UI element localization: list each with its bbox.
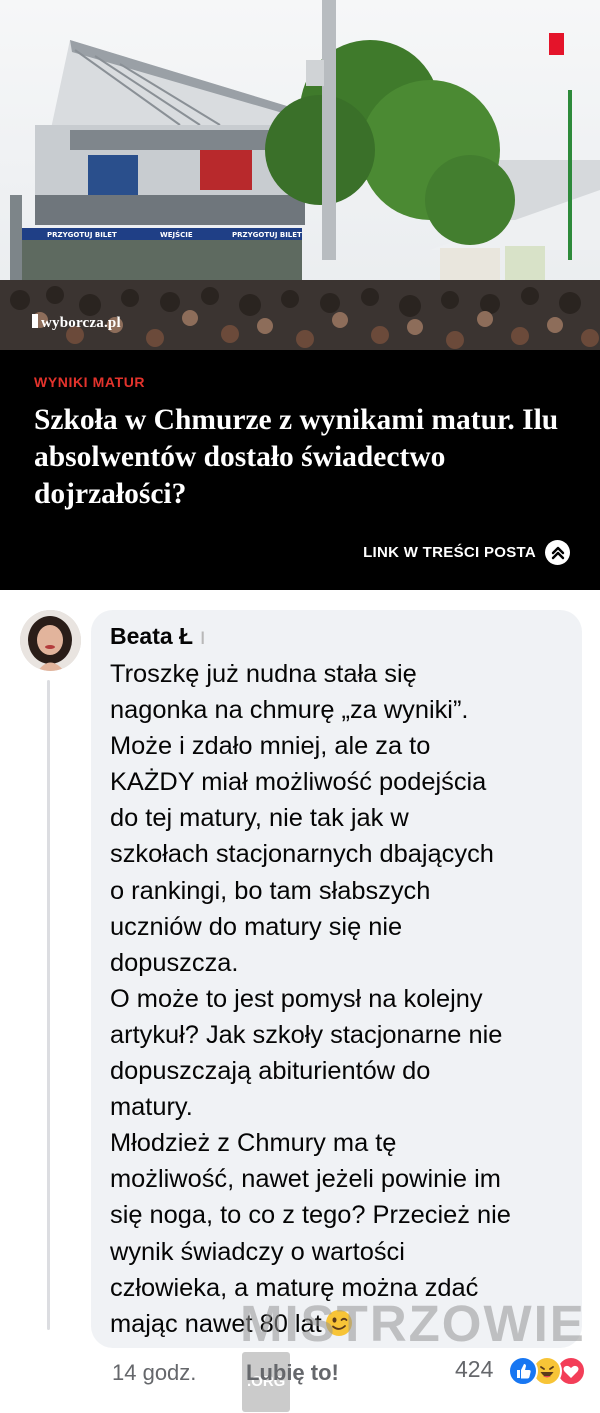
red-marker xyxy=(549,33,564,55)
stadium-crowd-image: PRZYGOTUJ BILET WEJŚCIE PRZYGOTUJ BILET xyxy=(0,0,600,350)
banner-right-text: PRZYGOTUJ BILET xyxy=(232,231,302,239)
mistrzowie-watermark: MISTRZOWIE.ORG xyxy=(240,1296,584,1412)
thread-line xyxy=(47,680,50,1330)
like-reaction-icon xyxy=(508,1356,538,1386)
wyborcza-watermark: wyborcza.pl xyxy=(32,314,121,332)
article-headline[interactable]: Szkoła w Chmurze z wynikami matur. Ilu a… xyxy=(34,402,579,513)
link-preview-card[interactable]: WYNIKI MATUR Szkoła w Chmurze z wynikami… xyxy=(0,350,600,590)
comment-text: Troszkę już nudna stała się nagonka na c… xyxy=(110,656,575,1342)
comment-footer: 14 godz. Lubię to! 424 xyxy=(0,1352,600,1390)
banner-left-text: PRZYGOTUJ BILET xyxy=(47,231,117,239)
double-chevron-up-icon xyxy=(545,540,570,565)
article-photo[interactable]: PRZYGOTUJ BILET WEJŚCIE PRZYGOTUJ BILET … xyxy=(0,0,600,350)
article-category: WYNIKI MATUR xyxy=(34,374,146,390)
banner-middle-text: WEJŚCIE xyxy=(160,230,193,239)
cta-label: LINK W TREŚCI POSTA xyxy=(363,544,536,561)
reactions-summary[interactable] xyxy=(508,1356,588,1386)
author-name[interactable]: Beata Ł xyxy=(110,623,193,649)
comment-text-body: Troszkę już nudna stała się nagonka na c… xyxy=(110,660,511,1338)
avatar[interactable] xyxy=(20,610,81,671)
author-name-trail: ı xyxy=(199,623,206,649)
like-button[interactable]: Lubię to! xyxy=(246,1360,339,1386)
reaction-count[interactable]: 424 xyxy=(455,1356,493,1383)
wyborcza-watermark-text: wyborcza.pl xyxy=(41,315,121,331)
watermark-text: MISTRZOWIE xyxy=(240,1295,586,1352)
comment-author[interactable]: Beata Ł ı xyxy=(110,623,206,650)
comment-bubble: Beata Ł ı Troszkę już nudna stała się na… xyxy=(91,610,582,1348)
link-in-post-button[interactable]: LINK W TREŚCI POSTA xyxy=(363,540,570,565)
comment-time[interactable]: 14 godz. xyxy=(112,1360,196,1386)
